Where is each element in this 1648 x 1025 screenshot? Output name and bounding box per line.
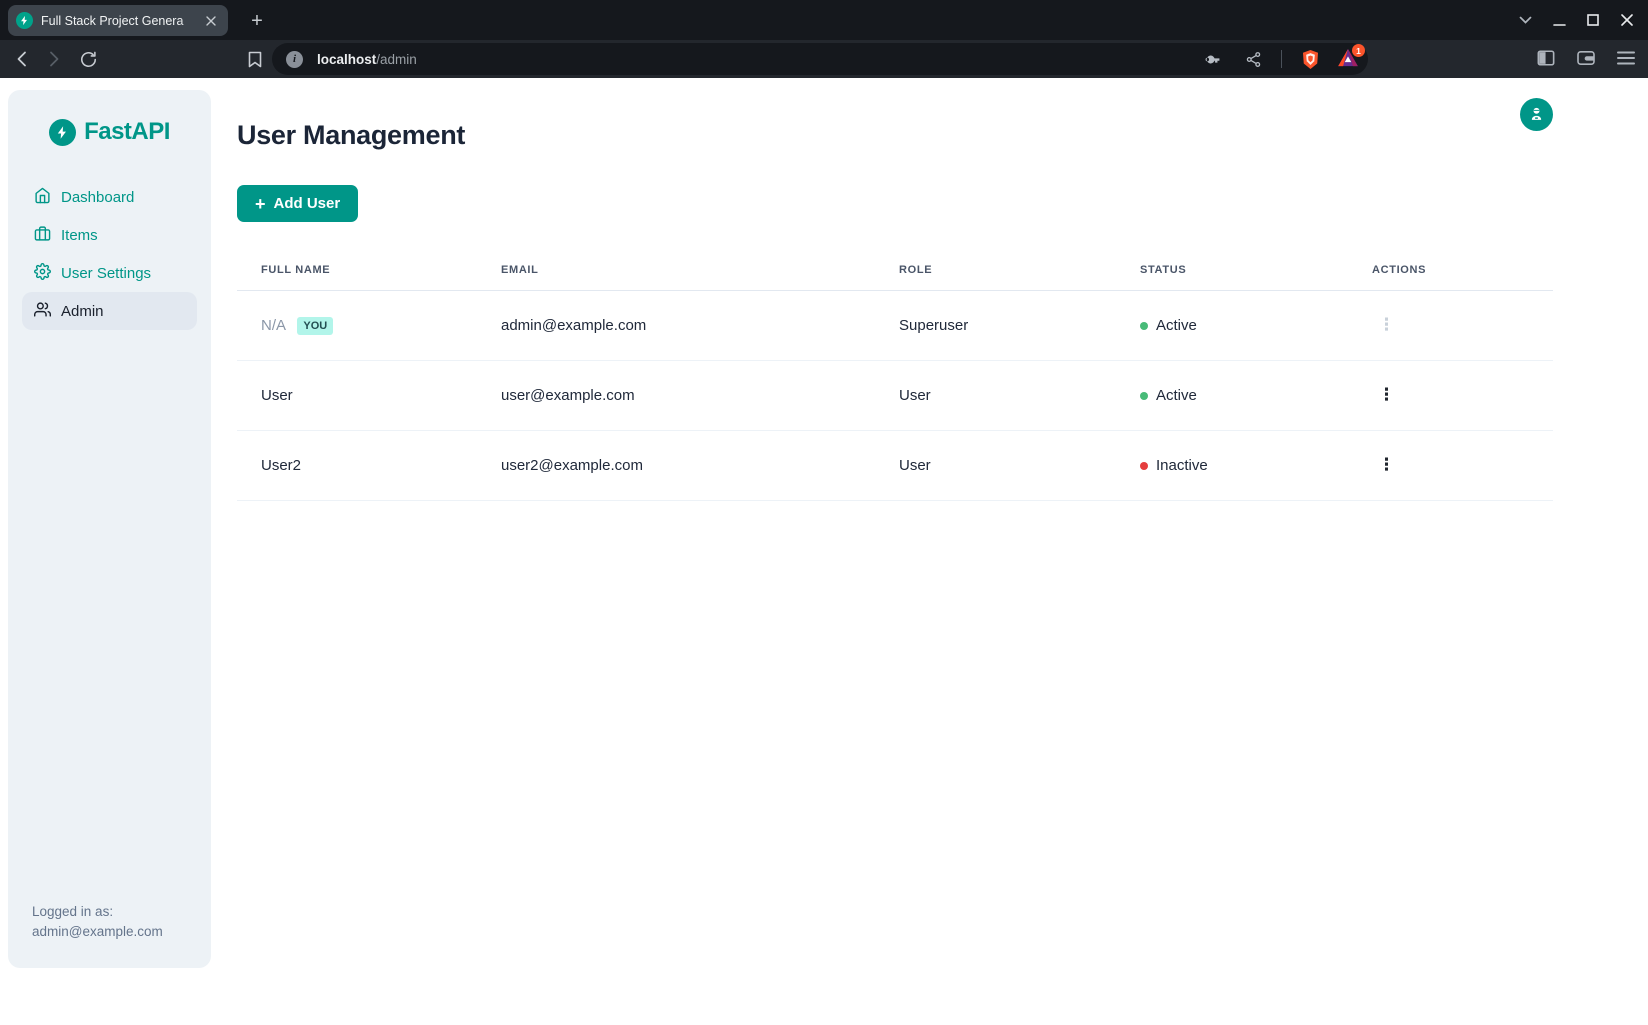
url-host: localhost (317, 52, 376, 67)
wallet-icon[interactable] (1572, 44, 1600, 72)
menu-hamburger-icon[interactable] (1612, 44, 1640, 72)
browser-titlebar: Full Stack Project Genera + (0, 0, 1648, 40)
users-icon (34, 301, 51, 322)
status-dot (1140, 462, 1148, 470)
logged-in-label: Logged in as: (32, 902, 163, 922)
browser-tab[interactable]: Full Stack Project Genera (8, 5, 228, 36)
status-dot (1140, 322, 1148, 330)
users-table: FULL NAME EMAIL ROLE STATUS ACTIONS N/A … (237, 252, 1553, 501)
tab-close-icon[interactable] (202, 12, 220, 30)
table-header-row: FULL NAME EMAIL ROLE STATUS ACTIONS (237, 252, 1553, 291)
table-row: User user@example.com User Active ⋮ (237, 361, 1553, 431)
cell-email: admin@example.com (477, 291, 875, 361)
status-dot (1140, 392, 1148, 400)
sidebar-item-user-settings[interactable]: User Settings (22, 254, 197, 292)
url-bar[interactable]: i localhost/admin 1 (272, 43, 1368, 75)
new-tab-button[interactable]: + (244, 8, 270, 34)
cell-role: User (875, 431, 1116, 501)
gear-icon (34, 263, 51, 284)
minimize-button[interactable] (1542, 0, 1576, 40)
cell-email: user@example.com (477, 361, 875, 431)
brave-rewards-icon[interactable]: 1 (1338, 49, 1358, 69)
rewards-badge-count: 1 (1352, 44, 1365, 57)
logo-text: FastAPI (84, 118, 170, 146)
sidebar-item-label: User Settings (61, 265, 151, 282)
fastapi-favicon-icon (16, 12, 33, 29)
table-row: User2 user2@example.com User Inactive ⋮ (237, 431, 1553, 501)
toolbar-separator (1281, 50, 1282, 68)
cell-role: Superuser (875, 291, 1116, 361)
app-page: FastAPI Dashboard Items User Settings Ad… (0, 78, 1648, 1025)
sidebar-panel-icon[interactable] (1532, 44, 1560, 72)
reload-button[interactable] (73, 44, 103, 74)
sidebar: FastAPI Dashboard Items User Settings Ad… (8, 90, 211, 968)
maximize-button[interactable] (1576, 0, 1610, 40)
logged-in-email: admin@example.com (32, 922, 163, 942)
cell-full-name: User (237, 361, 477, 431)
tab-search-chevron-icon[interactable] (1508, 0, 1542, 40)
cell-email: user2@example.com (477, 431, 875, 501)
cell-role: User (875, 361, 1116, 431)
cell-status: Active (1156, 317, 1197, 334)
sidebar-item-label: Items (61, 227, 98, 244)
sidebar-item-label: Admin (61, 303, 104, 320)
header-status: STATUS (1116, 252, 1348, 291)
cell-status: Inactive (1156, 457, 1208, 474)
url-text: localhost/admin (317, 52, 417, 67)
home-icon (34, 187, 51, 208)
logged-in-info: Logged in as: admin@example.com (32, 902, 163, 942)
bookmark-icon[interactable] (240, 44, 270, 74)
forward-button[interactable] (39, 44, 69, 74)
header-role: ROLE (875, 252, 1116, 291)
you-badge: YOU (297, 317, 333, 335)
header-actions: ACTIONS (1348, 252, 1553, 291)
header-email: EMAIL (477, 252, 875, 291)
back-button[interactable] (6, 44, 36, 74)
table-row: N/A YOU admin@example.com Superuser Acti… (237, 291, 1553, 361)
share-icon[interactable] (1239, 45, 1267, 73)
sidebar-item-label: Dashboard (61, 189, 134, 206)
add-user-button[interactable]: + Add User (237, 185, 358, 222)
tab-title: Full Stack Project Genera (41, 14, 202, 28)
row-actions-kebab-icon[interactable]: ⋮ (1372, 455, 1401, 476)
main-content: User Management + Add User FULL NAME EMA… (211, 78, 1648, 1025)
window-controls (1508, 0, 1648, 40)
sidebar-item-admin[interactable]: Admin (22, 292, 197, 330)
briefcase-icon (34, 225, 51, 246)
header-full-name: FULL NAME (237, 252, 477, 291)
close-window-button[interactable] (1610, 0, 1644, 40)
toolbar-right-icons (1532, 44, 1640, 72)
cell-full-name: N/A (261, 317, 285, 334)
sidebar-item-items[interactable]: Items (22, 216, 197, 254)
row-actions-kebab-icon[interactable]: ⋮ (1372, 315, 1401, 336)
cell-status: Active (1156, 387, 1197, 404)
sidebar-item-dashboard[interactable]: Dashboard (22, 178, 197, 216)
cell-full-name: User2 (237, 431, 477, 501)
brave-shield-icon[interactable] (1296, 45, 1324, 73)
password-key-icon[interactable] (1197, 45, 1225, 73)
row-actions-kebab-icon[interactable]: ⋮ (1372, 385, 1401, 406)
plus-icon: + (255, 195, 266, 213)
site-info-icon[interactable]: i (286, 51, 303, 68)
page-title: User Management (237, 120, 1632, 151)
url-path: /admin (376, 52, 417, 67)
fastapi-bolt-icon (49, 119, 76, 146)
fastapi-logo: FastAPI (22, 118, 197, 146)
add-user-label: Add User (274, 195, 341, 212)
